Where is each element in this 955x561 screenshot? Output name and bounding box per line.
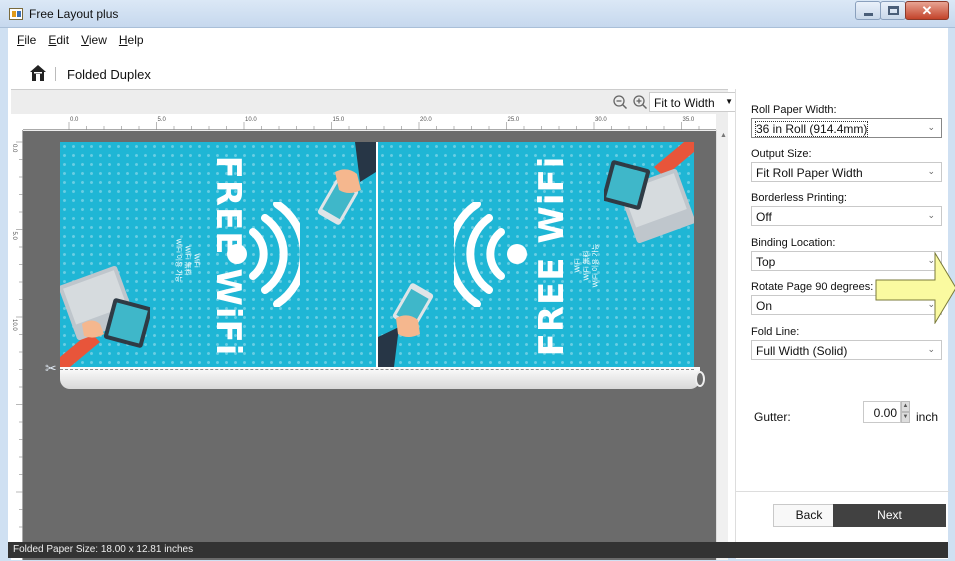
subtitle-line: WiFi: [192, 253, 200, 268]
menu-file[interactable]: File: [11, 33, 42, 47]
close-button[interactable]: ✕: [905, 1, 949, 20]
scissors-icon: ✂: [45, 360, 57, 376]
chevron-down-icon: ⌄: [927, 344, 935, 354]
rotate-label: Rotate Page 90 degrees:: [751, 281, 874, 293]
borderless-value: Off: [756, 210, 772, 224]
ruler-label: 0.0: [11, 144, 17, 153]
footer-separator: [736, 491, 949, 492]
roll-core: [695, 371, 705, 387]
scroll-up-icon[interactable]: ▲: [720, 132, 727, 139]
laptop-hand-illustration: [60, 265, 150, 367]
status-bar: Folded Paper Size: 18.00 x 12.81 inches: [8, 542, 948, 558]
vertical-ruler: 0.0 5.0 10.0: [11, 130, 23, 560]
maximize-icon: [888, 6, 899, 15]
chevron-down-icon: ⌄: [927, 210, 935, 220]
subtitle-line: WiFi 이용 가능: [174, 238, 182, 283]
ruler-label: 5.0: [11, 232, 17, 241]
home-icon[interactable]: [29, 64, 47, 82]
ruler-label: 30.0: [595, 117, 607, 123]
borderless-label: Borderless Printing:: [751, 192, 847, 204]
phone-hand-illustration: [378, 283, 434, 367]
wifi-icon: [227, 202, 300, 307]
ruler-label: 15.0: [333, 117, 345, 123]
window-controls: ✕: [855, 1, 949, 20]
ruler-label: 20.0: [420, 117, 432, 123]
menu-help[interactable]: Help: [113, 33, 150, 47]
header: Folded Duplex: [8, 52, 948, 88]
poster-subtitle-left: WiFi WiFi 無料 WiFi 이용 가능: [174, 196, 201, 326]
vertical-scrollbar[interactable]: ▲ ▼: [716, 130, 728, 560]
gutter-input[interactable]: 0.00: [863, 401, 901, 423]
fold-line-select[interactable]: Full Width (Solid) ⌄: [751, 340, 942, 360]
spin-up-icon[interactable]: ▲: [901, 401, 910, 412]
gutter-unit: inch: [916, 410, 939, 424]
title-bar: Free Layout plus ✕: [0, 0, 955, 28]
ruler-label: 0.0: [70, 117, 79, 123]
menu-view[interactable]: View: [75, 33, 113, 47]
ruler-label: 25.0: [508, 117, 520, 123]
gutter-label: Gutter:: [754, 410, 791, 424]
wifi-icon: [454, 202, 527, 307]
rotate-value: On: [756, 299, 773, 313]
binding-location-label: Binding Location:: [751, 237, 836, 249]
phone-hand-illustration: [317, 142, 376, 225]
poster-page-left: FREE WiFi WiFi WiFi 無料 WiFi 이용 가능: [60, 142, 376, 367]
poster-page-right: FREE WiFi WiFi WiFi 無料 WiFi 이용 가능: [378, 142, 694, 367]
header-separator: [55, 67, 56, 81]
ruler-label: 10.0: [245, 117, 257, 123]
ruler-label: 10.0: [11, 319, 17, 331]
ruler-corner: [11, 114, 23, 130]
close-icon: ✕: [921, 3, 933, 18]
callout-arrow: [875, 252, 955, 324]
zoom-out-icon[interactable]: [612, 94, 628, 110]
fold-line-value: Full Width (Solid): [756, 344, 848, 358]
zoom-in-icon[interactable]: [632, 94, 648, 110]
settings-panel: Roll Paper Width: 36 in Roll (914.4mm) ⌄…: [735, 89, 949, 559]
minimize-button[interactable]: [855, 1, 881, 20]
minimize-icon: [864, 13, 873, 16]
chevron-down-icon: ⌄: [927, 166, 935, 176]
gutter-spinner[interactable]: ▲ ▼: [901, 401, 910, 423]
zoom-select[interactable]: Fit to Width ▼: [649, 92, 737, 112]
roll-paper-width-select[interactable]: 36 in Roll (914.4mm) ⌄: [751, 118, 942, 138]
roll-paper-width-value: 36 in Roll (914.4mm): [754, 121, 869, 137]
binding-location-value: Top: [756, 255, 776, 269]
poster-subtitle-right: WiFi WiFi 無料 WiFi 이용 가능: [574, 201, 601, 331]
next-button[interactable]: Next: [833, 504, 946, 527]
paper-roll: [60, 367, 700, 389]
zoom-toolbar: Fit to Width ▼: [11, 90, 737, 114]
chevron-down-icon: ⌄: [927, 122, 935, 132]
fold-line-label: Fold Line:: [751, 326, 800, 338]
app-window: File Edit View Help Folded Duplex Fit to…: [8, 28, 949, 560]
poster-title-right: FREE WiFi: [532, 155, 572, 357]
cut-line: [60, 369, 694, 370]
breadcrumb: Folded Duplex: [67, 67, 151, 82]
subtitle-line: WiFi 이용 가능: [592, 243, 600, 288]
maximize-button[interactable]: [880, 1, 906, 20]
print-canvas[interactable]: FREE WiFi WiFi WiFi 無料 WiFi 이용 가능 FREE W…: [23, 131, 716, 560]
output-size-select[interactable]: Fit Roll Paper Width ⌄: [751, 162, 942, 182]
ruler-label: 35.0: [683, 117, 695, 123]
spin-down-icon[interactable]: ▼: [901, 412, 910, 423]
app-icon: [9, 8, 23, 20]
menu-edit[interactable]: Edit: [42, 33, 75, 47]
menu-bar: File Edit View Help: [8, 28, 948, 52]
subtitle-line: WiFi: [574, 258, 582, 273]
borderless-select[interactable]: Off ⌄: [751, 206, 942, 226]
roll-paper-width-label: Roll Paper Width:: [751, 104, 837, 116]
subtitle-line: WiFi 無料: [183, 245, 191, 276]
output-size-value: Fit Roll Paper Width: [756, 166, 863, 180]
output-size-label: Output Size:: [751, 148, 812, 160]
horizontal-ruler: 0.0 5.0 10.0 15.0 20.0 25.0 30.0 35.0: [23, 114, 716, 130]
chevron-down-icon: ▼: [725, 97, 733, 106]
window-title: Free Layout plus: [29, 7, 119, 21]
laptop-hand-illustration: [604, 142, 694, 244]
subtitle-line: WiFi 無料: [583, 250, 591, 281]
zoom-value: Fit to Width: [654, 96, 715, 110]
preview-area: Fit to Width ▼ 0.0 5.0 10.0 15.0 20.0 25.0 30.…: [11, 89, 737, 560]
ruler-label: 5.0: [158, 117, 167, 123]
